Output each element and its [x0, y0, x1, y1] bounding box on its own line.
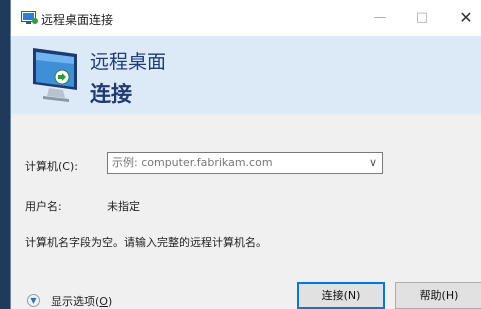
- computer-combobox[interactable]: 示例: computer.fabrikam.com ∨: [107, 152, 383, 174]
- remote-desktop-dialog: 远程桌面连接 — □ ✕ 远程桌面 连接 计算机(C): 示例: compute…: [10, 0, 481, 309]
- header-banner: 远程桌面 连接: [11, 36, 481, 114]
- title-bar[interactable]: 远程桌面连接 — □ ✕: [11, 0, 481, 36]
- show-options-label[interactable]: 显示选项(O): [51, 295, 112, 308]
- username-label: 用户名:: [25, 200, 62, 213]
- username-value: 未指定: [107, 200, 140, 213]
- computer-label: 计算机(C):: [25, 160, 78, 173]
- remote-desktop-monitor-icon: [33, 48, 77, 102]
- chevron-down-icon[interactable]: ∨: [369, 153, 377, 173]
- banner-title-line1: 远程桌面: [90, 51, 167, 73]
- show-options-link[interactable]: 显示选项(O): [51, 293, 112, 309]
- help-button[interactable]: 帮助(H): [395, 282, 481, 309]
- chevron-down-circle-icon[interactable]: ▼: [27, 294, 40, 307]
- minimize-icon[interactable]: —: [370, 8, 390, 28]
- computer-input-placeholder[interactable]: 示例: computer.fabrikam.com: [112, 156, 273, 169]
- close-icon[interactable]: ✕: [456, 8, 476, 28]
- background-window-edge: [0, 0, 10, 309]
- maximize-icon[interactable]: □: [412, 8, 432, 28]
- connect-button[interactable]: 连接(N): [297, 282, 385, 309]
- status-message: 计算机名字段为空。请输入完整的远程计算机名。: [25, 236, 267, 249]
- banner-title-line2: 连接: [90, 82, 132, 106]
- app-icon: [21, 11, 38, 24]
- window-title: 远程桌面连接: [41, 13, 114, 27]
